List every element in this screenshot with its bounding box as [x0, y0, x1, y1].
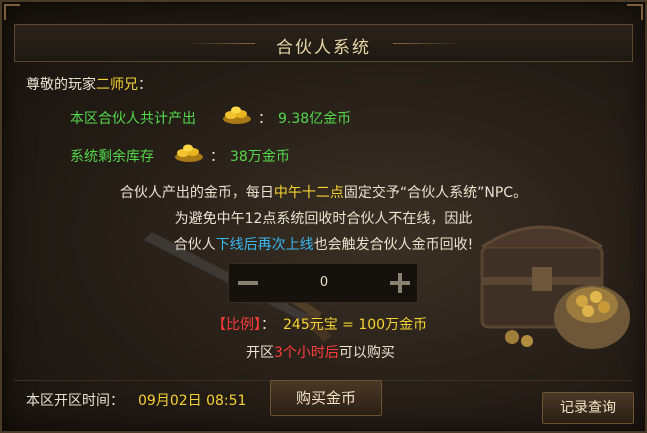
desc-3c: 也会触发合伙人金币回收!	[313, 237, 474, 253]
ratio-value: 245元宝 = 100万金币	[283, 317, 428, 333]
corner-ornament-tr	[627, 4, 643, 20]
gold-coins-icon	[175, 144, 203, 162]
description-line-2: 为避免中午12点系统回收时合伙人不在线，因此	[174, 211, 473, 227]
open-info: 开区3个小时后可以购买	[246, 342, 395, 362]
ratio-label: 【比例】	[212, 317, 261, 333]
record-query-button[interactable]: 记录查询	[542, 392, 634, 424]
desc-1b: 中午十二点	[273, 185, 344, 201]
desc-3a: 合伙人	[173, 237, 216, 253]
description-line-3: 合伙人下线后再次上线也会触发合伙人金币回收!	[2, 234, 645, 254]
plus-icon[interactable]	[387, 270, 413, 296]
output-label: 本区合伙人共计产出	[70, 111, 196, 127]
gold-coins-icon	[223, 106, 251, 124]
greeting: 尊敬的玩家二师兄：	[26, 74, 152, 94]
open-time-value: 09月02日 08:51	[138, 393, 247, 409]
ratio-line: 【比例】： 245元宝 = 100万金币	[212, 314, 427, 334]
quantity-value[interactable]: 0	[289, 275, 359, 290]
desc-1c: 固定交予“合伙人系统”NPC。	[343, 185, 528, 201]
desc-1a: 合伙人产出的金币，每日	[119, 185, 274, 201]
page-title: 合伙人系统	[276, 38, 371, 58]
open-info-c: 可以购买	[338, 345, 395, 361]
title-bar: 合伙人系统	[14, 24, 633, 62]
open-info-b: 3个小时后	[274, 345, 339, 361]
partner-system-panel: 合伙人系统 尊敬的玩家二师兄： 本区合伙人共计产出 ： 9.38亿金币 系统剩余…	[0, 0, 647, 433]
corner-ornament-tl	[4, 4, 20, 20]
stock-label: 系统剩余库存	[70, 149, 154, 165]
treasure-chest-art	[480, 225, 630, 349]
stock-value: 38万金币	[230, 149, 290, 165]
greeting-prefix: 尊敬的玩家	[26, 77, 96, 93]
open-info-a: 开区	[246, 345, 274, 361]
buy-gold-button[interactable]: 购买金币	[270, 380, 382, 416]
quantity-stepper: 0	[228, 263, 418, 303]
minus-icon[interactable]	[235, 270, 261, 296]
description-line-1: 合伙人产出的金币，每日中午十二点固定交予“合伙人系统”NPC。	[2, 182, 645, 202]
stock-sep: ：	[210, 149, 224, 165]
output-sep: ：	[258, 111, 272, 127]
player-name: 二师兄	[96, 77, 138, 93]
greeting-colon: ：	[138, 77, 152, 93]
ratio-sep: ：	[261, 317, 275, 333]
output-value: 9.38亿金币	[278, 111, 352, 127]
desc-3b: 下线后再次上线	[215, 237, 314, 253]
open-time-label: 本区开区时间：	[26, 393, 124, 409]
